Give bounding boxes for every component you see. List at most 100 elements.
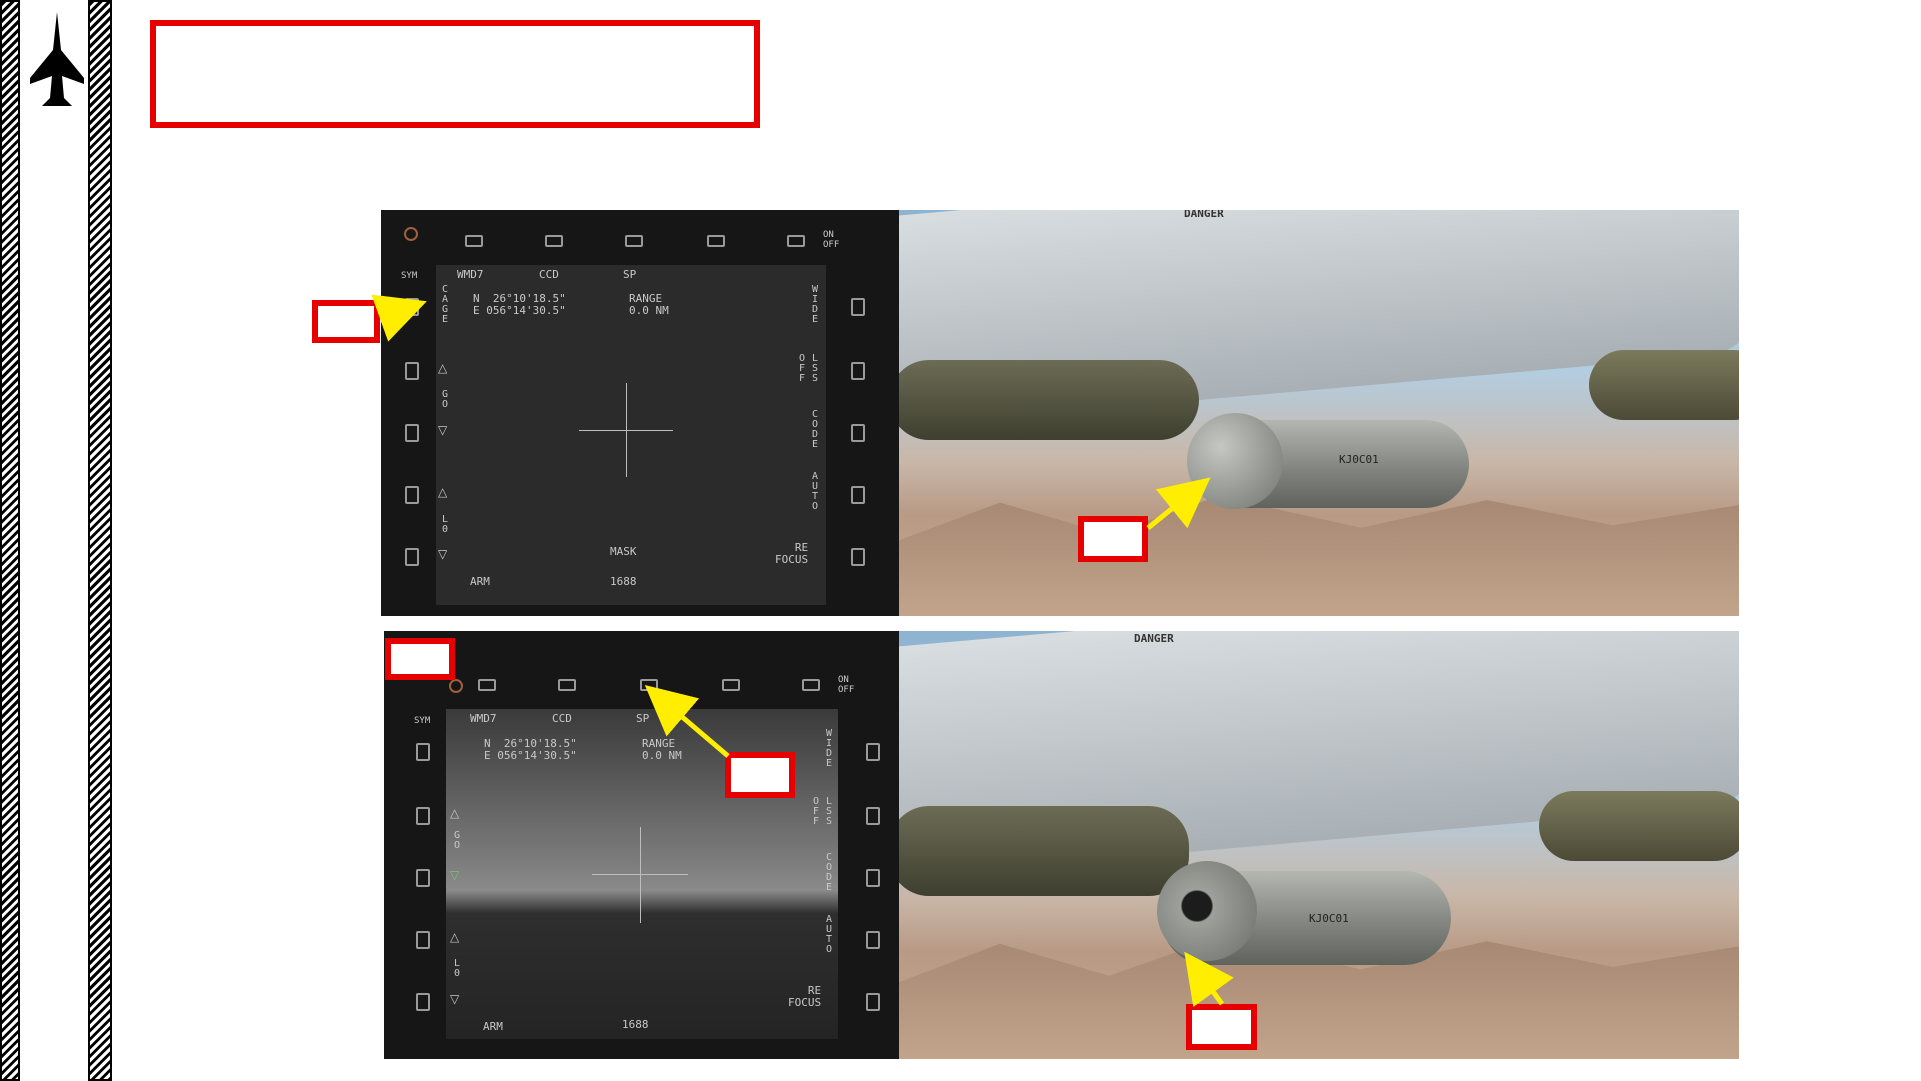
go-down-arrow-icon: ▽: [438, 423, 448, 437]
range-value: 0.0 NM: [629, 304, 669, 317]
bomb-right: [1539, 791, 1739, 861]
refocus-label: RE FOCUS: [788, 984, 822, 1009]
osb-left-4[interactable]: [405, 486, 419, 504]
osb-right-3[interactable]: [866, 869, 880, 887]
code-label: CODE: [811, 409, 819, 450]
lo-up-arrow-icon: △: [438, 485, 448, 499]
code-label: CODE: [825, 852, 833, 893]
osb-left-5[interactable]: [405, 548, 419, 566]
osb-top-5[interactable]: [722, 679, 740, 691]
bomb-left: [899, 360, 1199, 440]
coordinate-east: E 056°14'30.5": [473, 304, 566, 317]
osb-left-1[interactable]: [405, 298, 419, 316]
osb-right-2[interactable]: [866, 807, 880, 825]
top-mfd-display: ON OFF SYM WMD7 CCD SP N 26°10'18.5" E 0…: [381, 210, 899, 616]
osb-top-4[interactable]: [625, 235, 643, 247]
osb-left-3[interactable]: [416, 869, 430, 887]
refocus-label: RE FOCUS: [775, 541, 809, 566]
auto-label: AUTO: [811, 471, 819, 512]
osb-top-6[interactable]: [787, 235, 805, 247]
osb-left-3[interactable]: [405, 424, 419, 442]
osb-top-1[interactable]: [449, 679, 463, 693]
left-rail-inner: [88, 0, 112, 1081]
go-up-arrow-icon: △: [450, 806, 460, 820]
mountain-range: [899, 496, 1739, 616]
bottom-caption: [340, 1070, 1790, 1081]
bomb-left: [899, 806, 1189, 896]
bomb-right: [1589, 350, 1739, 420]
mfd-label-wmd7: WMD7: [470, 712, 497, 725]
bottom-mfd-display: ON OFF SYM WMD7 CCD SP N 26°10'18.5" E 0…: [384, 631, 899, 1059]
top-callout-cage: [312, 300, 380, 343]
cage-label: CAGE: [441, 284, 449, 325]
lo-down-arrow-icon: ▽: [450, 992, 460, 1006]
osb-left-2[interactable]: [405, 362, 419, 380]
go-down-arrow-icon: ▽: [450, 868, 460, 882]
mfd-label-sp: SP: [623, 268, 637, 281]
osb-right-5[interactable]: [851, 548, 865, 566]
pod-serial: KJ0C01: [1339, 453, 1379, 466]
mask-label: MASK: [610, 545, 637, 558]
osb-top-6[interactable]: [802, 679, 820, 691]
osb-left-4[interactable]: [416, 931, 430, 949]
laser-code-value: 1688: [622, 1018, 649, 1031]
lo-label: L0: [441, 514, 449, 535]
bottom-targeting-pod-photo: DANGER KJ0C01: [899, 631, 1739, 1059]
wide-label: WIDE: [811, 284, 819, 325]
danger-stencil: DANGER: [1184, 210, 1224, 220]
left-rail-outer: [0, 0, 20, 1081]
laser-code-value: 1688: [610, 575, 637, 588]
osb-right-5[interactable]: [866, 993, 880, 1011]
targeting-pod-nose: [1187, 413, 1283, 509]
osb-top-1[interactable]: [404, 227, 418, 241]
osb-top-5[interactable]: [707, 235, 725, 247]
osb-top-4[interactable]: [640, 679, 658, 691]
mfd-label-sp: SP: [636, 712, 650, 725]
pod-serial: KJ0C01: [1309, 912, 1349, 925]
danger-stencil: DANGER: [1134, 632, 1174, 645]
sym-label: SYM: [401, 271, 418, 281]
osb-right-4[interactable]: [866, 931, 880, 949]
arm-label: ARM: [483, 1020, 503, 1033]
lo-down-arrow-icon: ▽: [438, 547, 448, 561]
auto-label: AUTO: [825, 914, 833, 955]
on-off-label: ON OFF: [823, 230, 840, 250]
bottom-callout-pod: [1186, 1004, 1257, 1050]
go-label: GO: [441, 389, 449, 410]
range-value: 0.0 NM: [642, 749, 682, 762]
bottom-callout-top-left: [385, 638, 455, 680]
osb-left-5[interactable]: [416, 993, 430, 1011]
osb-top-3[interactable]: [558, 679, 576, 691]
crosshair-vertical: [626, 383, 627, 477]
osb-right-1[interactable]: [851, 298, 865, 316]
lo-up-arrow-icon: △: [450, 930, 460, 944]
jet-logo-icon: [30, 12, 84, 106]
bottom-callout-sp: [725, 752, 795, 798]
osb-right-3[interactable]: [851, 424, 865, 442]
wide-label: WIDE: [825, 728, 833, 769]
osb-top-3[interactable]: [545, 235, 563, 247]
osb-right-1[interactable]: [866, 743, 880, 761]
osb-right-4[interactable]: [851, 486, 865, 504]
mfd-label-ccd: CCD: [552, 712, 572, 725]
top-targeting-pod-photo: DANGER KJ0C01: [899, 210, 1739, 616]
go-up-arrow-icon: △: [438, 361, 448, 375]
title-callout-box: [150, 20, 760, 128]
osb-right-2[interactable]: [851, 362, 865, 380]
osb-left-2[interactable]: [416, 807, 430, 825]
lss-label: LSS: [811, 353, 819, 384]
lo-label: L0: [453, 958, 461, 979]
top-callout-pod: [1078, 516, 1148, 562]
osb-top-2[interactable]: [465, 235, 483, 247]
targeting-pod-nose: [1157, 861, 1257, 961]
sym-label: SYM: [414, 716, 431, 726]
off-label: OFF: [812, 796, 820, 827]
mfd-label-ccd: CCD: [539, 268, 559, 281]
mfd-label-wmd7: WMD7: [457, 268, 484, 281]
off-label: OFF: [798, 353, 806, 384]
osb-left-1[interactable]: [416, 743, 430, 761]
arm-label: ARM: [470, 575, 490, 588]
go-label: GO: [453, 830, 461, 851]
osb-top-2[interactable]: [478, 679, 496, 691]
coordinate-east: E 056°14'30.5": [484, 749, 577, 762]
